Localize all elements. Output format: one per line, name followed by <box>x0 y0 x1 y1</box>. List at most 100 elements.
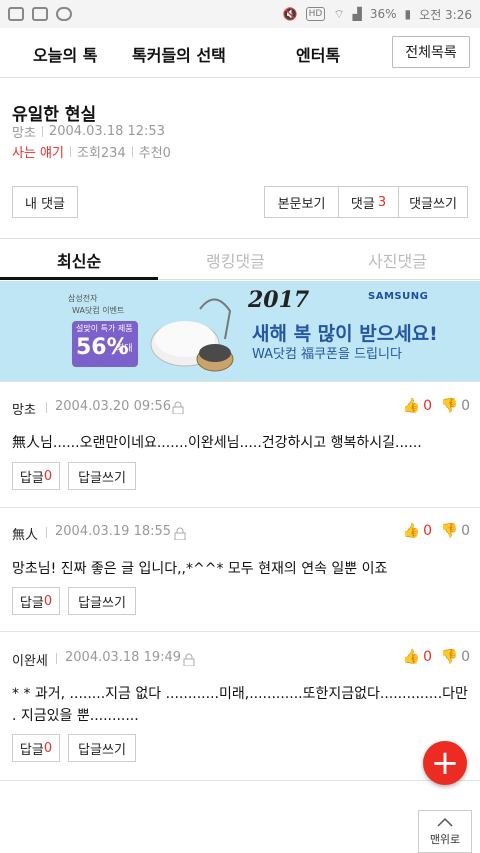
mute-icon: 🔇 <box>282 7 298 21</box>
thumbs-down-icon: 👎 <box>440 398 459 414</box>
comment-author[interactable]: 이완세 <box>12 650 48 669</box>
tab-photo[interactable]: 사진댓글 <box>368 248 427 272</box>
comment-date: 2004.03.19 18:55 <box>55 524 172 539</box>
dislike-button[interactable]: 👎 0 <box>441 523 470 539</box>
reply-button[interactable]: 답글 0 <box>12 734 60 762</box>
divider <box>41 126 43 137</box>
views-count: 234 <box>100 146 126 161</box>
dislike-count: 0 <box>461 398 470 414</box>
article-author[interactable]: 망초 <box>12 122 36 141</box>
comment-body: 망초님! 진짜 좋은 글 입니다,,*^^* 모두 현재의 연속 일뿐 이죠 <box>12 561 388 577</box>
like-button[interactable]: 👍 0 <box>403 398 432 414</box>
youtube-icon <box>32 7 48 21</box>
banner-headline: 새해 복 많이 받으세요! <box>252 323 438 345</box>
reply-count: 0 <box>43 468 53 484</box>
divider <box>46 402 47 413</box>
tab-latest[interactable]: 최신순 <box>57 248 101 272</box>
chevron-up-icon <box>437 817 453 827</box>
tab-ranking[interactable]: 랭킹댓글 <box>206 248 265 272</box>
comment-body: * * 과거, ........지금 없다 ............미래,...… <box>12 686 468 724</box>
hd-icon: HD <box>305 7 326 21</box>
dislike-count: 0 <box>461 649 470 665</box>
write-reply-button[interactable]: 답글쓰기 <box>68 734 136 762</box>
comments-label: 댓글 <box>350 196 375 212</box>
write-reply-button[interactable]: 답글쓰기 <box>68 462 136 490</box>
top-nav: 오늘의 톡 톡커들의 선택 엔터톡 전체목록 <box>0 28 480 78</box>
views-label: 조회 <box>76 146 101 161</box>
ad-banner[interactable]: 삼성전자 WA닷컴 이벤트 설맞이 특가 제품 56% 최대 2017 SAMS… <box>0 281 480 381</box>
comment-date: 2004.03.18 19:49 <box>65 650 182 665</box>
reply-button[interactable]: 답글 0 <box>12 462 60 490</box>
nav-enter-talk[interactable]: 엔터톡 <box>296 42 340 66</box>
status-left-icons <box>8 7 72 21</box>
reply-button[interactable]: 답글 0 <box>12 587 60 615</box>
clock: 오전 3:26 <box>419 7 472 22</box>
article-date: 2004.03.18 12:53 <box>48 124 165 139</box>
thumbs-up-icon: 👍 <box>402 523 421 539</box>
article-stats: 사는 얘기 조회234 추천0 <box>12 142 171 161</box>
thumbs-down-icon: 👎 <box>440 649 459 665</box>
comment-author[interactable]: 망초 <box>12 399 36 418</box>
comment-item: 망초 2004.03.20 09:56 👍 0 👎 0 無人님......오랜만이네… <box>0 381 480 507</box>
nav-today-talk[interactable]: 오늘의 톡 <box>33 42 97 66</box>
badge-max: 최대 <box>116 344 133 354</box>
thumbs-down-icon: 👎 <box>440 523 459 539</box>
views: 조회234 <box>77 142 126 161</box>
like-button[interactable]: 👍 0 <box>403 649 432 665</box>
banner-year: 2017 <box>248 287 310 313</box>
lock-icon <box>172 401 184 414</box>
banner-subtitle: WA닷컴 福쿠폰을 드립니다 <box>252 347 402 362</box>
like-button[interactable]: 👍 0 <box>403 523 432 539</box>
battery-icon: ▮ <box>404 7 412 21</box>
write-comment-button[interactable]: 댓글쓰기 <box>398 186 468 218</box>
status-right-icons: 🔇 HD ⌔ ▟ 36% ▮ 오전 3:26 <box>283 6 472 23</box>
divider <box>0 780 480 781</box>
article-meta: 망초 2004.03.18 12:53 <box>12 122 165 141</box>
status-bar: 🔇 HD ⌔ ▟ 36% ▮ 오전 3:26 <box>0 0 480 28</box>
lock-icon <box>183 653 195 666</box>
dislike-count: 0 <box>461 523 470 539</box>
article-action-group: 본문보기 댓글 3 댓글쓰기 <box>264 186 468 218</box>
lock-icon <box>174 527 186 540</box>
comment-item: 無人 2004.03.19 18:55 👍 0 👎 0 망초님! 진짜 좋은 글 입… <box>0 507 480 631</box>
like-count: 0 <box>423 398 432 414</box>
battery-text: 36% <box>369 7 397 21</box>
thumbs-up-icon: 👍 <box>402 649 421 665</box>
divider <box>69 146 71 157</box>
reply-count: 0 <box>43 740 53 756</box>
divider <box>56 653 57 664</box>
view-body-button[interactable]: 본문보기 <box>264 186 338 218</box>
dislike-button[interactable]: 👎 0 <box>441 649 470 665</box>
recommend-count: 0 <box>162 146 171 161</box>
banner-event: WA닷컴 이벤트 <box>72 306 125 315</box>
banner-sponsor: 삼성전자 <box>68 294 98 303</box>
article-category[interactable]: 사는 얘기 <box>12 142 64 161</box>
reply-count: 0 <box>43 593 53 609</box>
recommend-label: 추천 <box>138 146 163 161</box>
comments-count: 3 <box>377 194 387 210</box>
comment-body: 無人님......오랜만이네요.......이완세님.....건강하시고 행복하… <box>12 435 422 451</box>
comment-author[interactable]: 無人 <box>12 524 38 543</box>
dislike-button[interactable]: 👎 0 <box>441 398 470 414</box>
nav-talkers-choice[interactable]: 톡커들의 선택 <box>132 42 226 66</box>
divider <box>46 527 47 538</box>
banner-discount-badge: 설맞이 특가 제품 56% 최대 <box>72 321 138 367</box>
all-list-button[interactable]: 전체목록 <box>392 36 470 68</box>
scroll-to-top-button[interactable]: 맨위로 <box>418 810 472 853</box>
like-count: 0 <box>423 649 432 665</box>
recommend: 추천0 <box>139 142 171 161</box>
comments-button[interactable]: 댓글 3 <box>338 186 398 218</box>
product-image <box>150 298 234 372</box>
samsung-logo: SAMSUNG <box>368 291 429 302</box>
write-reply-button[interactable]: 답글쓰기 <box>68 587 136 615</box>
signal-icon: ▟ <box>352 7 362 21</box>
reply-label: 답글 <box>19 742 44 758</box>
thumbs-up-icon: 👍 <box>402 398 421 414</box>
tab-underline <box>0 277 158 280</box>
reply-label: 답글 <box>19 595 44 611</box>
comment-item: 이완세 2004.03.18 19:49 👍 0 👎 0 * * 과거, .....… <box>0 631 480 780</box>
add-comment-fab[interactable]: + <box>423 741 467 785</box>
my-comment-button[interactable]: 내 댓글 <box>12 186 78 218</box>
pill-icon <box>56 7 72 21</box>
divider <box>131 146 133 157</box>
